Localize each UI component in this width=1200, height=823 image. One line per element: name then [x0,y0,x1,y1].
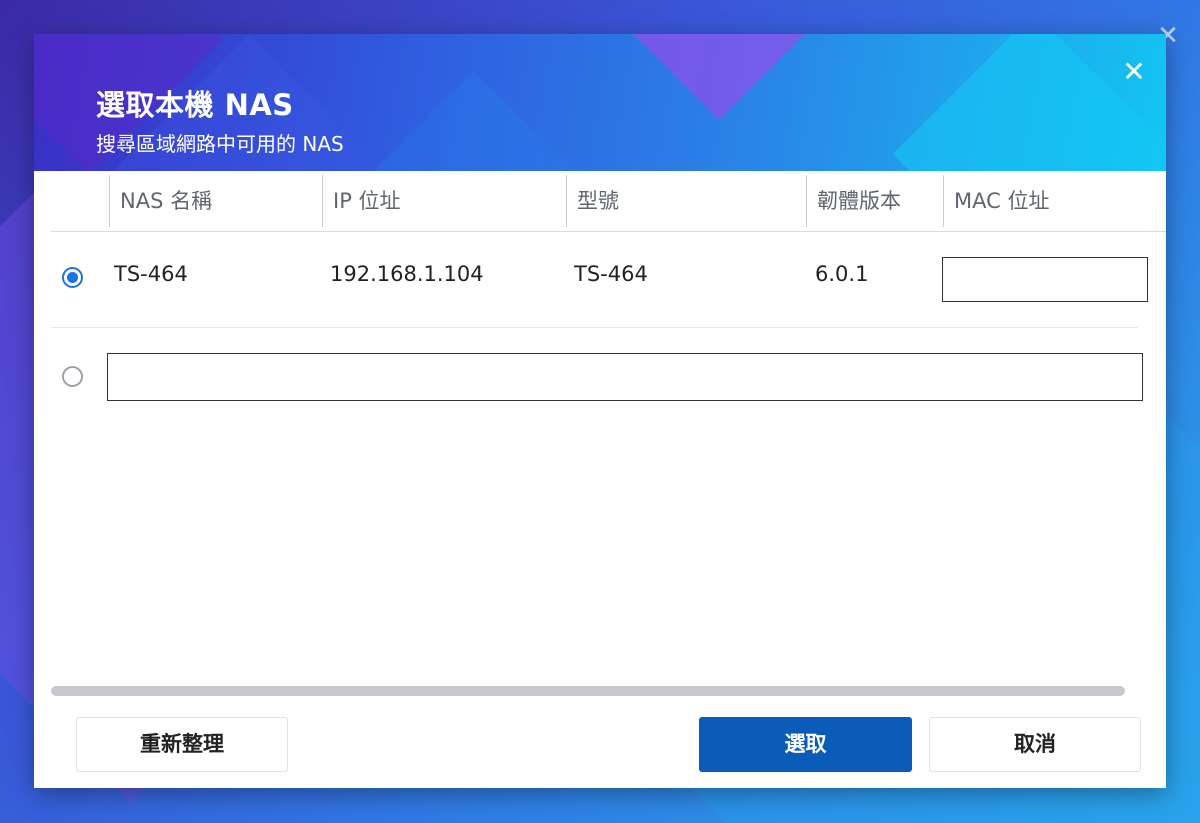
column-header-firmware[interactable]: 韌體版本 [806,175,943,227]
manual-entry-row [51,352,1151,402]
cancel-button[interactable]: 取消 [929,717,1141,772]
firmware-cell: 6.0.1 [815,262,869,286]
dialog-subtitle: 搜尋區域網路中可用的 NAS [96,132,344,156]
nas-radio-button[interactable] [62,267,83,288]
dialog-title: 選取本機 NAS [96,88,294,122]
column-header-nas-name[interactable]: NAS 名稱 [109,175,322,227]
column-header-mac[interactable]: MAC 位址 [943,175,1166,227]
dialog-header: 選取本機 NAS 搜尋區域網路中可用的 NAS ✕ [34,34,1166,171]
horizontal-scrollbar[interactable] [51,686,1125,696]
model-cell: TS-464 [574,262,648,286]
table-row[interactable]: TS-464 192.168.1.104 TS-464 6.0.1 [51,232,1148,328]
column-header-ip[interactable]: IP 位址 [322,175,566,227]
ip-cell: 192.168.1.104 [330,262,484,286]
close-icon[interactable]: ✕ [1118,56,1150,88]
select-button[interactable]: 選取 [699,717,912,772]
table-header: NAS 名稱 IP 位址 型號 韌體版本 MAC 位址 [51,171,1166,232]
refresh-button[interactable]: 重新整理 [76,717,288,772]
manual-address-input[interactable] [107,353,1143,401]
select-local-nas-dialog: 選取本機 NAS 搜尋區域網路中可用的 NAS ✕ NAS 名稱 IP 位址 型… [34,34,1166,788]
mac-cell [942,257,1148,302]
nas-name-cell: TS-464 [114,262,188,286]
column-header-model[interactable]: 型號 [566,175,806,227]
manual-entry-radio-button[interactable] [62,366,83,387]
